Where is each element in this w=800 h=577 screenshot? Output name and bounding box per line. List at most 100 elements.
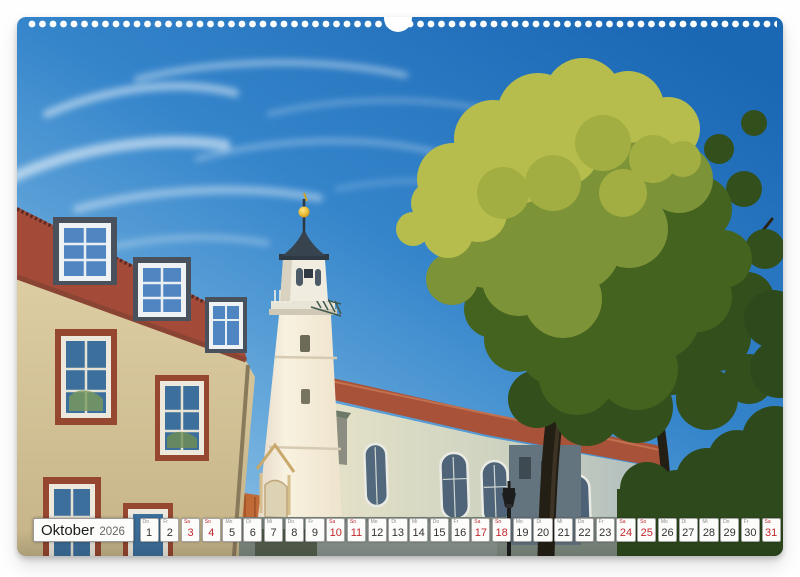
calendar-product-photo: Oktober 2026 Do1Fr2Sa3So4Mo5Di6Mi7Do8Fr9…: [0, 0, 800, 577]
day-number: 14: [410, 528, 427, 539]
weekday-label: Do: [723, 520, 729, 525]
day-cell-16: Fr 16: [451, 518, 470, 542]
weekday-label: Fr: [599, 520, 604, 525]
day-number: 1: [141, 528, 158, 539]
day-number: 9: [306, 528, 323, 539]
day-cell-19: Mo 19: [513, 518, 532, 542]
day-number: 25: [638, 528, 655, 539]
day-number: 20: [534, 528, 551, 539]
gold-finial: [299, 207, 310, 218]
tower-lantern: [280, 260, 328, 301]
day-cell-10: Sa 10: [326, 518, 345, 542]
day-number: 15: [431, 528, 448, 539]
day-cell-12: Mo 12: [368, 518, 387, 542]
month-box: Oktober 2026: [33, 518, 134, 542]
day-number: 3: [182, 528, 199, 539]
weekday-label: Fr: [744, 520, 749, 525]
weekday-label: Mo: [225, 520, 232, 525]
day-cell-6: Di 6: [243, 518, 262, 542]
day-number: 7: [265, 528, 282, 539]
day-number: 18: [493, 528, 510, 539]
day-number: 23: [597, 528, 614, 539]
weekday-label: Di: [682, 520, 687, 525]
day-cell-1: Do 1: [140, 518, 159, 542]
weekday-label: Mo: [516, 520, 523, 525]
day-number: 24: [617, 528, 634, 539]
day-number: 12: [369, 528, 386, 539]
day-cell-11: So11: [347, 518, 366, 542]
day-cell-17: Sa 17: [471, 518, 490, 542]
day-number: 29: [721, 528, 738, 539]
day-cell-8: Do 8: [285, 518, 304, 542]
weekday-label: Fr: [454, 520, 459, 525]
day-cell-18: So 18: [492, 518, 511, 542]
day-cell-26: Mo 26: [658, 518, 677, 542]
day-number: 27: [680, 528, 697, 539]
weekday-label: So: [640, 520, 646, 525]
calendar-page: Oktober 2026 Do1Fr2Sa3So4Mo5Di6Mi7Do8Fr9…: [17, 17, 783, 556]
weekday-label: Do: [433, 520, 439, 525]
weekday-label: Di: [391, 520, 396, 525]
weekday-label: So: [205, 520, 211, 525]
weekday-label: So: [495, 520, 501, 525]
day-number: 19: [514, 528, 531, 539]
day-number: 22: [576, 528, 593, 539]
day-number: 5: [223, 528, 240, 539]
day-number: 13: [389, 528, 406, 539]
weekday-label: Di: [246, 520, 251, 525]
year-label: 2026: [99, 526, 125, 538]
day-cell-5: Mo 5: [222, 518, 241, 542]
day-number: 2: [161, 528, 178, 539]
weekday-label: Mi: [412, 520, 417, 525]
day-number: 21: [555, 528, 572, 539]
day-cell-22: Do 22: [575, 518, 594, 542]
day-number: 16: [452, 528, 469, 539]
weekday-label: Mo: [371, 520, 378, 525]
day-cell-14: Mi 14: [409, 518, 428, 542]
day-cell-3: Sa 3: [181, 518, 200, 542]
day-cell-25: So 25: [637, 518, 656, 542]
day-cell-31: Sa 31: [762, 518, 781, 542]
day-number: 17: [472, 528, 489, 539]
day-number: 6: [244, 528, 261, 539]
day-cell-28: Mi28: [699, 518, 718, 542]
day-number: 26: [659, 528, 676, 539]
day-number: 10: [327, 528, 344, 539]
date-strip: Oktober 2026 Do1Fr2Sa3So4Mo5Di6Mi7Do8Fr9…: [33, 518, 781, 542]
weekday-label: Sa: [329, 520, 335, 525]
day-cell-2: Fr 2: [160, 518, 179, 542]
weekday-label: Sa: [474, 520, 480, 525]
day-cell-30: Fr 30: [741, 518, 760, 542]
day-cell-29: Do 29: [720, 518, 739, 542]
weekday-label: Mi: [267, 520, 272, 525]
weekday-label: Do: [578, 520, 584, 525]
weekday-label: Sa: [184, 520, 190, 525]
day-cell-4: So 4: [202, 518, 221, 542]
weekday-label: Do: [143, 520, 149, 525]
weekday-label: Sa: [765, 520, 771, 525]
day-cell-9: Fr 9: [305, 518, 324, 542]
weekday-label: Sa: [619, 520, 625, 525]
day-cell-21: Mi 21: [554, 518, 573, 542]
day-cell-15: Do 15: [430, 518, 449, 542]
day-cell-24: Sa 24: [616, 518, 635, 542]
weekday-label: Fr: [308, 520, 313, 525]
day-number: 28: [700, 528, 717, 539]
day-number: 4: [203, 528, 220, 539]
day-number: 30: [742, 528, 759, 539]
weekday-label: Mi: [557, 520, 562, 525]
weekday-label: Mo: [661, 520, 668, 525]
day-number: 8: [286, 528, 303, 539]
weekday-label: So: [350, 520, 356, 525]
day-cell-20: Di 20: [533, 518, 552, 542]
month-label: Oktober: [41, 522, 94, 540]
weekday-label: Fr: [163, 520, 168, 525]
day-cell-27: Di 27: [679, 518, 698, 542]
photo-scene: [17, 17, 783, 556]
day-cell-23: Fr 23: [596, 518, 615, 542]
day-cell-13: Di 13: [388, 518, 407, 542]
weekday-label: Do: [288, 520, 294, 525]
weekday-label: Di: [536, 520, 541, 525]
day-number: 31: [763, 528, 780, 539]
day-cell-7: Mi 7: [264, 518, 283, 542]
